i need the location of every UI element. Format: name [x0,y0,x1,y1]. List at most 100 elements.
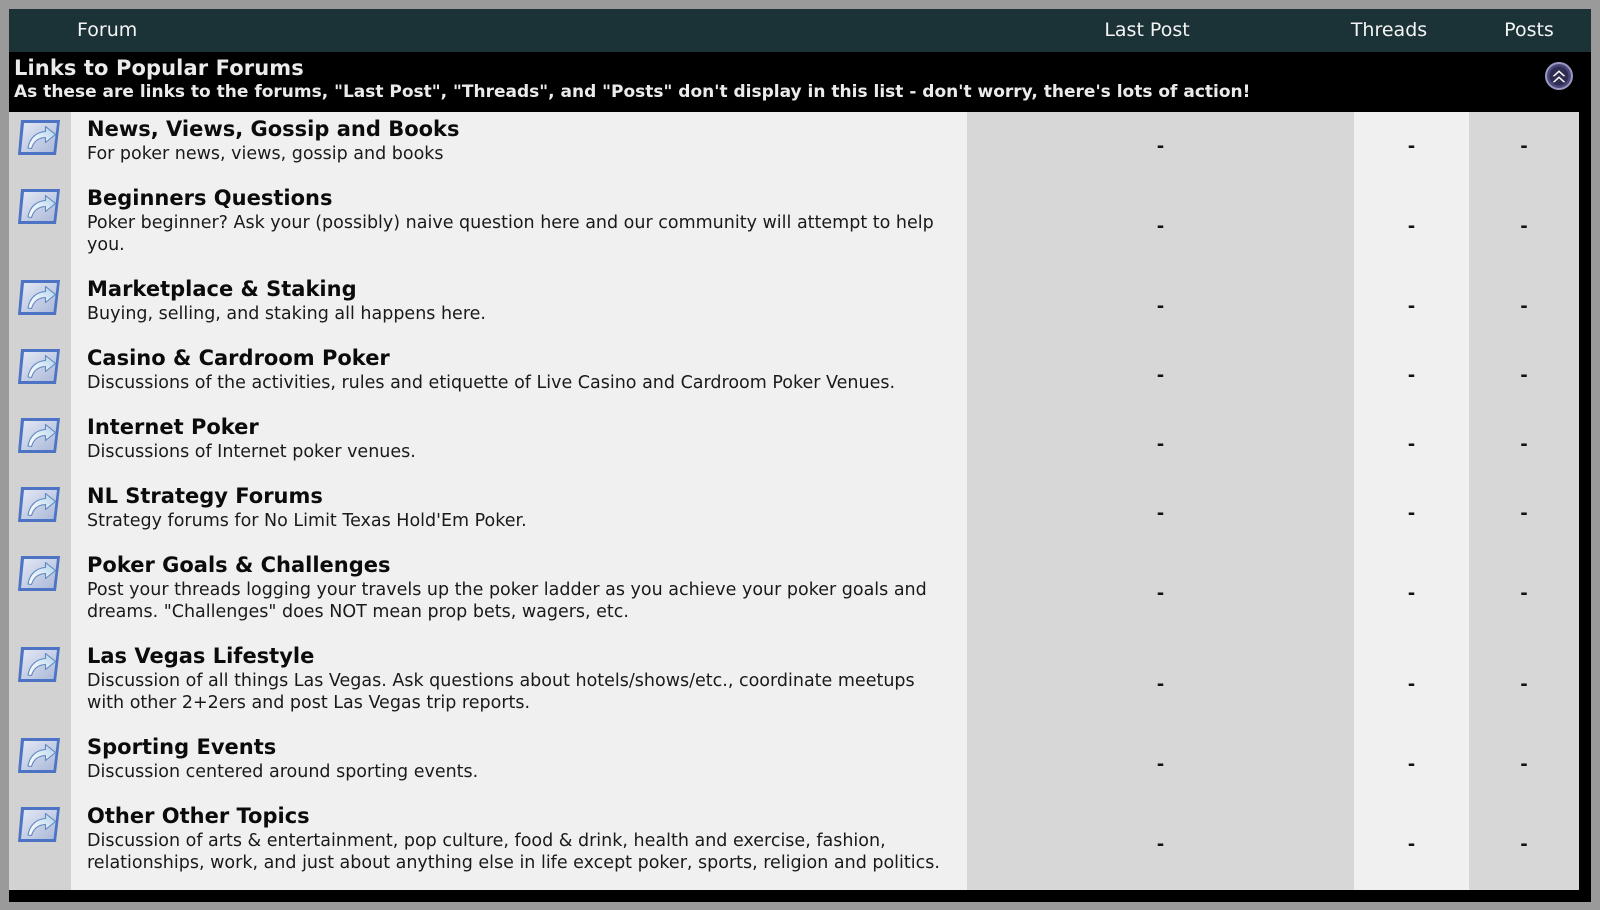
row-posts-value: - [1520,136,1528,157]
row-posts-value: - [1520,583,1528,604]
table-row: Internet Poker Discussions of Internet p… [9,410,1579,479]
forum-link-icon[interactable] [17,553,63,594]
forum-description: Discussion of all things Las Vegas. Ask … [87,670,915,714]
row-icon-cell [9,548,71,639]
table-row: Beginners Questions Poker beginner? Ask … [9,181,1579,272]
row-posts-value: - [1520,674,1528,695]
forum-description: Discussion of arts & entertainment, pop … [87,830,940,874]
row-posts-value: - [1520,216,1528,237]
collapse-section-button[interactable] [1545,62,1573,90]
row-threads-value: - [1407,754,1416,775]
row-icon-cell [9,181,71,272]
table-row: Las Vegas Lifestyle Discussion of all th… [9,639,1579,730]
table-column-header: Forum Last Post Threads Posts [9,9,1591,52]
row-last-post-value: - [1156,216,1165,237]
row-icon-cell [9,730,71,799]
forum-link-icon[interactable] [17,277,63,318]
row-posts-value: - [1520,503,1528,524]
section-title: Links to Popular Forums [14,56,304,80]
forum-list-table: News, Views, Gossip and Books For poker … [9,112,1579,890]
row-threads-value: - [1407,583,1416,604]
row-forum-cell: Poker Goals & Challenges Post your threa… [71,548,967,631]
forum-title-link[interactable]: Internet Poker [87,415,951,440]
row-forum-cell: News, Views, Gossip and Books For poker … [71,112,967,173]
row-last-post-value: - [1156,296,1165,317]
table-row: News, Views, Gossip and Books For poker … [9,112,1579,181]
row-last-post-value: - [1156,365,1165,386]
forum-link-icon[interactable] [17,186,63,227]
row-last-post-value: - [1156,754,1165,775]
forum-title-link[interactable]: Beginners Questions [87,186,951,211]
forum-title-link[interactable]: Marketplace & Staking [87,277,951,302]
forum-description: Strategy forums for No Limit Texas Hold'… [87,510,527,531]
forum-description: Buying, selling, and staking all happens… [87,303,486,324]
forum-description: Discussion centered around sporting even… [87,761,479,782]
row-forum-cell: Marketplace & Staking Buying, selling, a… [71,272,967,333]
table-row: Casino & Cardroom Poker Discussions of t… [9,341,1579,410]
forum-title-link[interactable]: Sporting Events [87,735,951,760]
bottom-divider [9,890,1591,902]
table-row: Other Other Topics Discussion of arts & … [9,799,1579,890]
table-row: Marketplace & Staking Buying, selling, a… [9,272,1579,341]
row-threads-value: - [1407,434,1416,455]
row-icon-cell [9,341,71,410]
row-posts-value: - [1520,365,1528,386]
forum-description: For poker news, views, gossip and books [87,143,444,164]
forum-description: Poker beginner? Ask your (possibly) naiv… [87,212,934,256]
double-chevron-up-icon [1545,62,1573,90]
section-header-band: Links to Popular Forums As these are lin… [9,52,1591,112]
row-last-post-value: - [1156,136,1165,157]
row-threads-value: - [1407,503,1416,524]
section-subtitle: As these are links to the forums, "Last … [14,82,1251,102]
row-forum-cell: NL Strategy Forums Strategy forums for N… [71,479,967,540]
row-icon-cell [9,112,71,181]
table-row: Poker Goals & Challenges Post your threa… [9,548,1579,639]
row-icon-cell [9,799,71,890]
row-forum-cell: Internet Poker Discussions of Internet p… [71,410,967,471]
forum-link-icon[interactable] [17,644,63,685]
column-header-posts[interactable]: Posts [1465,9,1593,52]
forum-link-icon[interactable] [17,804,63,845]
row-threads-value: - [1407,365,1416,386]
row-posts-value: - [1520,296,1528,317]
row-icon-cell [9,272,71,341]
row-threads-value: - [1407,674,1416,695]
forum-link-icon[interactable] [17,415,63,456]
table-row: NL Strategy Forums Strategy forums for N… [9,479,1579,548]
row-posts-value: - [1520,434,1528,455]
row-forum-cell: Sporting Events Discussion centered arou… [71,730,967,791]
forum-title-link[interactable]: Poker Goals & Challenges [87,553,951,578]
forum-title-link[interactable]: News, Views, Gossip and Books [87,117,951,142]
column-header-threads[interactable]: Threads [1305,9,1473,52]
row-last-post-value: - [1156,674,1165,695]
forum-link-icon[interactable] [17,117,63,158]
row-forum-cell: Casino & Cardroom Poker Discussions of t… [71,341,967,402]
row-last-post-value: - [1156,583,1165,604]
forum-rows-container: News, Views, Gossip and Books For poker … [9,112,1579,890]
forum-link-icon[interactable] [17,484,63,525]
row-threads-value: - [1407,216,1416,237]
row-icon-cell [9,639,71,730]
row-threads-value: - [1407,136,1416,157]
row-forum-cell: Las Vegas Lifestyle Discussion of all th… [71,639,967,722]
table-row: Sporting Events Discussion centered arou… [9,730,1579,799]
row-icon-cell [9,479,71,548]
forum-description: Discussions of Internet poker venues. [87,441,416,462]
row-threads-value: - [1407,834,1416,855]
page-frame: Forum Last Post Threads Posts Links to P… [0,0,1600,910]
column-header-forum[interactable]: Forum [77,9,137,52]
forum-link-icon[interactable] [17,735,63,776]
column-header-last-post[interactable]: Last Post [1049,9,1245,52]
row-last-post-value: - [1156,503,1165,524]
forum-title-link[interactable]: Las Vegas Lifestyle [87,644,951,669]
forum-title-link[interactable]: Casino & Cardroom Poker [87,346,951,371]
row-forum-cell: Beginners Questions Poker beginner? Ask … [71,181,967,264]
row-forum-cell: Other Other Topics Discussion of arts & … [71,799,967,882]
forum-title-link[interactable]: NL Strategy Forums [87,484,951,509]
row-posts-value: - [1520,834,1528,855]
row-last-post-value: - [1156,434,1165,455]
row-threads-value: - [1407,296,1416,317]
forum-link-icon[interactable] [17,346,63,387]
forum-title-link[interactable]: Other Other Topics [87,804,951,829]
row-posts-value: - [1520,754,1528,775]
